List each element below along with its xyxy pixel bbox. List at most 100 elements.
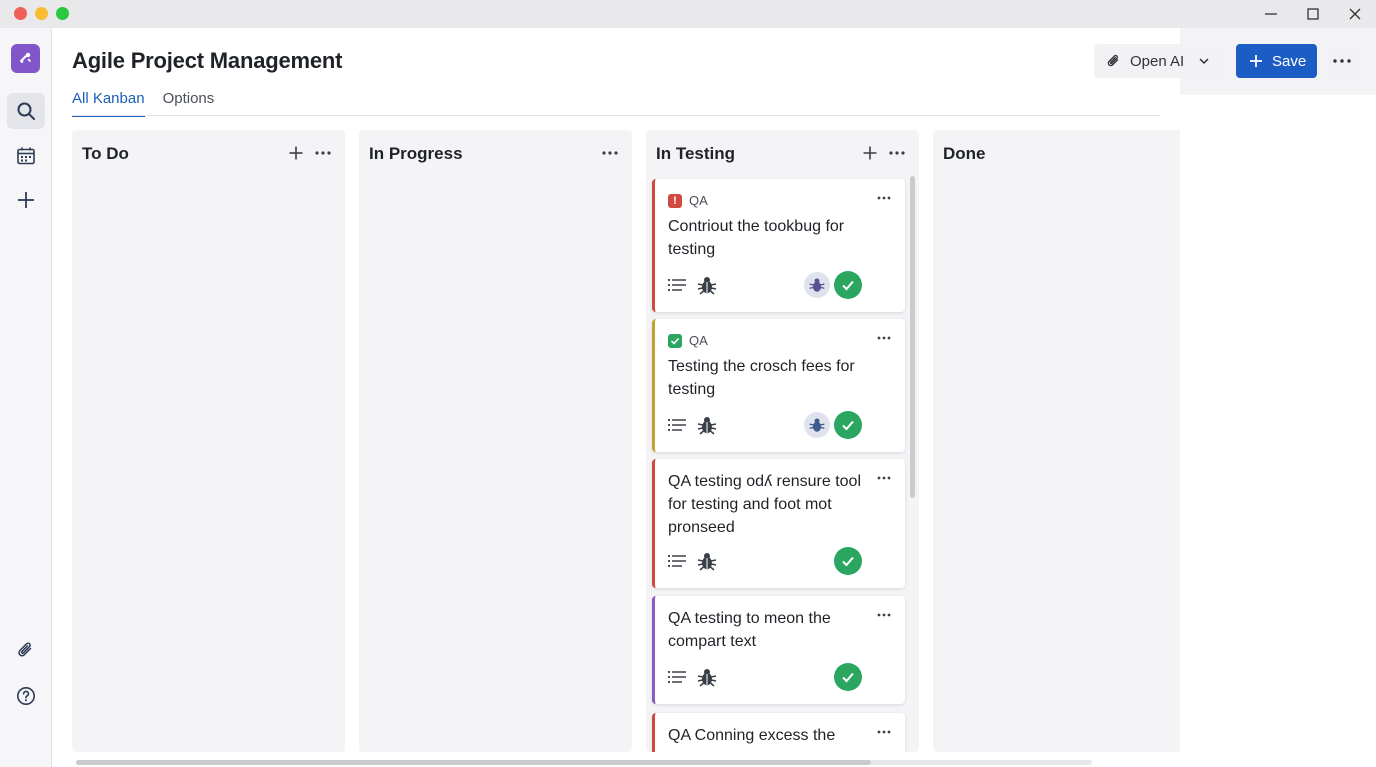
open-ai-button[interactable]: Open AI — [1094, 44, 1228, 78]
chevron-down-icon — [1199, 58, 1209, 65]
card-footer — [668, 271, 896, 299]
more-horizontal-icon — [877, 613, 891, 617]
close-window-dot[interactable] — [14, 7, 27, 20]
bug-icon — [697, 553, 717, 571]
page-title: Agile Project Management — [72, 48, 343, 73]
close-icon[interactable] — [1344, 3, 1366, 25]
more-horizontal-icon — [877, 196, 891, 200]
done-check-button[interactable] — [834, 663, 862, 691]
more-horizontal-icon — [315, 151, 331, 155]
bug-icon — [697, 417, 717, 435]
assignee-avatar[interactable] — [804, 412, 830, 438]
scrollbar-thumb[interactable] — [76, 760, 871, 765]
calendar-icon — [17, 147, 35, 165]
column-menu-button[interactable] — [599, 142, 621, 164]
board-horizontal-scrollbar[interactable] — [76, 760, 1092, 765]
main-content: Agile Project Management All Kanban Opti… — [52, 28, 1359, 767]
check-icon — [842, 672, 854, 683]
more-horizontal-icon — [889, 151, 905, 155]
list-icon — [668, 419, 686, 431]
card-title: QA testing to meon the compart text — [668, 610, 831, 650]
app-logo-icon — [20, 52, 31, 63]
rail-attachments-button[interactable] — [7, 632, 45, 668]
rail-search-button[interactable] — [7, 93, 45, 129]
bug-icon — [697, 277, 717, 295]
card-title: Contriout the tookbug for testing — [668, 218, 845, 258]
tab-options[interactable]: Options — [163, 90, 215, 116]
done-check-button[interactable] — [834, 411, 862, 439]
column-done: Done — [933, 130, 1193, 752]
card-menu-button[interactable] — [875, 331, 893, 345]
minimize-icon[interactable] — [1260, 3, 1282, 25]
card-menu-button[interactable] — [875, 608, 893, 622]
bug-icon — [697, 669, 717, 687]
tab-all-kanban[interactable]: All Kanban — [72, 90, 145, 117]
done-check-button[interactable] — [834, 271, 862, 299]
card-tag-label: QA — [689, 333, 708, 348]
task-card[interactable]: QA Testing the crosch fees for testing — [652, 319, 905, 452]
paperclip-icon — [1107, 54, 1119, 67]
task-card[interactable]: ! QA Contriout the tookbug for testing — [652, 179, 905, 312]
rail-help-button[interactable] — [7, 678, 45, 714]
card-tag: ! QA — [668, 193, 708, 208]
card-tag-label: QA — [689, 193, 708, 208]
check-icon — [842, 280, 854, 291]
app-logo[interactable] — [11, 44, 40, 73]
card-title: Testing the crosch fees for testing — [668, 358, 855, 398]
more-horizontal-icon — [602, 151, 618, 155]
task-card[interactable]: QA Conning excess the — [652, 713, 905, 752]
bug-icon — [809, 418, 825, 432]
card-footer — [668, 547, 896, 575]
more-horizontal-icon — [1333, 59, 1351, 63]
maximize-icon[interactable] — [1302, 3, 1324, 25]
more-horizontal-icon — [877, 476, 891, 480]
save-label: Save — [1272, 52, 1307, 70]
check-icon — [842, 420, 854, 431]
card-menu-button[interactable] — [875, 725, 893, 739]
card-title: QA Conning excess the — [668, 727, 836, 744]
column-to-do: To Do — [72, 130, 345, 752]
window-titlebar — [0, 0, 1376, 28]
card-menu-button[interactable] — [875, 191, 893, 205]
plus-icon — [1250, 55, 1262, 67]
more-options-button[interactable] — [1325, 44, 1359, 78]
search-icon — [17, 102, 35, 120]
done-check-button[interactable] — [834, 547, 862, 575]
column-menu-button[interactable] — [886, 142, 908, 164]
checkbox-checked-icon — [668, 333, 682, 348]
assignee-avatar[interactable] — [804, 272, 830, 298]
rail-add-button[interactable] — [7, 182, 45, 218]
open-ai-label: Open AI — [1130, 52, 1185, 70]
zoom-window-dot[interactable] — [56, 7, 69, 20]
check-icon — [842, 556, 854, 567]
card-tag: QA — [668, 333, 708, 348]
rail-calendar-button[interactable] — [7, 138, 45, 174]
list-icon — [668, 555, 686, 567]
help-icon — [17, 687, 35, 705]
task-card[interactable]: QA testing to meon the compart text — [652, 596, 905, 704]
card-footer — [668, 663, 896, 691]
task-card[interactable]: QA testing odʎ rensure tool for testing … — [652, 459, 905, 588]
minimize-window-dot[interactable] — [35, 7, 48, 20]
view-tabs: All Kanban Options — [72, 90, 215, 117]
more-horizontal-icon — [877, 336, 891, 340]
card-menu-button[interactable] — [875, 471, 893, 485]
side-panel-blank — [1180, 95, 1376, 767]
column-scrollbar[interactable] — [910, 176, 915, 498]
plus-icon — [863, 146, 877, 160]
column-title: To Do — [82, 144, 129, 163]
card-footer — [668, 411, 896, 439]
column-menu-button[interactable] — [312, 142, 334, 164]
paperclip-icon — [18, 642, 32, 657]
column-title: In Progress — [369, 144, 463, 163]
add-card-button[interactable] — [285, 142, 307, 164]
column-title: In Testing — [656, 144, 736, 163]
plus-icon — [18, 192, 34, 208]
list-icon — [668, 671, 686, 683]
card-title: QA testing odʎ rensure tool for testing … — [668, 473, 861, 536]
add-card-button[interactable] — [859, 142, 881, 164]
bug-icon — [809, 278, 825, 292]
alert-icon: ! — [668, 193, 682, 208]
list-icon — [668, 279, 686, 291]
save-button[interactable]: Save — [1236, 44, 1317, 78]
